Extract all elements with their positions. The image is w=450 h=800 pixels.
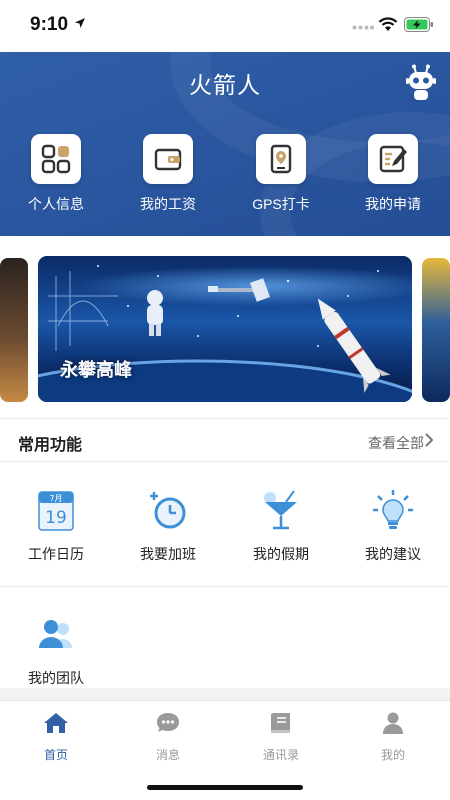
quick-action-personal-info[interactable]: 个人信息: [6, 134, 106, 214]
battery-charging-icon: [404, 17, 433, 32]
tab-label: 消息: [155, 748, 180, 762]
wallet-icon: [154, 148, 182, 171]
robot-assistant-icon[interactable]: [402, 64, 440, 102]
banner-prev-slide[interactable]: [0, 258, 28, 402]
edit-form-icon: [379, 145, 407, 173]
banner-slide[interactable]: 永攀高峰: [38, 256, 412, 402]
location-arrow-icon: [75, 18, 85, 28]
message-icon: [157, 713, 179, 732]
status-time: 9:10: [30, 14, 69, 35]
quick-action-label: 我的申请: [365, 196, 421, 212]
gps-location-icon: [270, 144, 292, 174]
tab-home[interactable]: 首页: [0, 711, 112, 763]
home-indicator[interactable]: [147, 785, 303, 790]
function-vacation[interactable]: 我的假期: [225, 488, 337, 564]
calendar-icon: 7月 19: [33, 488, 79, 534]
common-functions-header: 常用功能 查看全部: [0, 418, 450, 462]
quick-action-icon-box: [256, 134, 306, 184]
section-title: 常用功能: [18, 437, 83, 454]
overtime-clock-icon: [145, 488, 191, 534]
quick-action-icon-box: [31, 134, 81, 184]
function-label: 我的建议: [365, 546, 421, 562]
tab-contacts[interactable]: 通讯录: [225, 711, 337, 763]
quick-action-salary[interactable]: 我的工资: [118, 134, 218, 214]
quick-action-label: 个人信息: [28, 196, 84, 212]
function-label: 我的团队: [28, 670, 84, 686]
function-work-calendar[interactable]: 7月 19 工作日历: [0, 488, 112, 564]
app-title: 火箭人: [189, 72, 261, 98]
banner-next-slide[interactable]: [422, 258, 450, 402]
tab-messages[interactable]: 消息: [112, 711, 224, 763]
grid-divider: [0, 586, 450, 587]
team-icon: [33, 612, 79, 658]
function-my-team[interactable]: 我的团队: [0, 612, 112, 688]
tab-label: 我的: [380, 748, 405, 762]
wifi-icon: [378, 17, 398, 31]
tab-label: 首页: [43, 748, 68, 762]
lightbulb-icon: [370, 488, 416, 534]
grid-apps-icon: [41, 144, 71, 174]
app-header: 火箭人 个人信息 我的工资 GPS打卡 我的申请: [0, 52, 450, 236]
status-bar: 9:10: [0, 0, 450, 52]
banner-carousel[interactable]: 永攀高峰: [0, 236, 450, 418]
view-all-link[interactable]: 查看全部: [368, 433, 424, 453]
tab-label: 通讯录: [262, 748, 299, 762]
quick-action-label: 我的工资: [140, 196, 196, 212]
quick-action-label: GPS打卡: [252, 196, 310, 212]
home-icon: [44, 713, 68, 733]
function-label: 我的假期: [253, 546, 309, 562]
function-label: 工作日历: [28, 546, 84, 562]
signal-dots-icon: [352, 25, 374, 30]
calendar-month: 7月: [49, 494, 62, 503]
tab-profile[interactable]: 我的: [337, 711, 449, 763]
banner-caption: 永攀高峰: [60, 360, 132, 380]
chevron-right-icon[interactable]: [424, 432, 434, 448]
cocktail-icon: [258, 488, 304, 534]
quick-action-gps-checkin[interactable]: GPS打卡: [231, 134, 331, 214]
function-overtime[interactable]: 我要加班: [112, 488, 224, 564]
function-suggestion[interactable]: 我的建议: [337, 488, 449, 564]
quick-action-my-applications[interactable]: 我的申请: [343, 134, 443, 214]
quick-action-icon-box: [368, 134, 418, 184]
profile-icon: [383, 712, 403, 734]
common-functions-grid: 7月 19 工作日历 我要加班 我的假期 我的建议 我的团队: [0, 462, 450, 688]
function-label: 我要加班: [140, 546, 196, 562]
contacts-book-icon: [271, 713, 290, 733]
calendar-day: 19: [45, 508, 67, 528]
quick-action-icon-box: [143, 134, 193, 184]
